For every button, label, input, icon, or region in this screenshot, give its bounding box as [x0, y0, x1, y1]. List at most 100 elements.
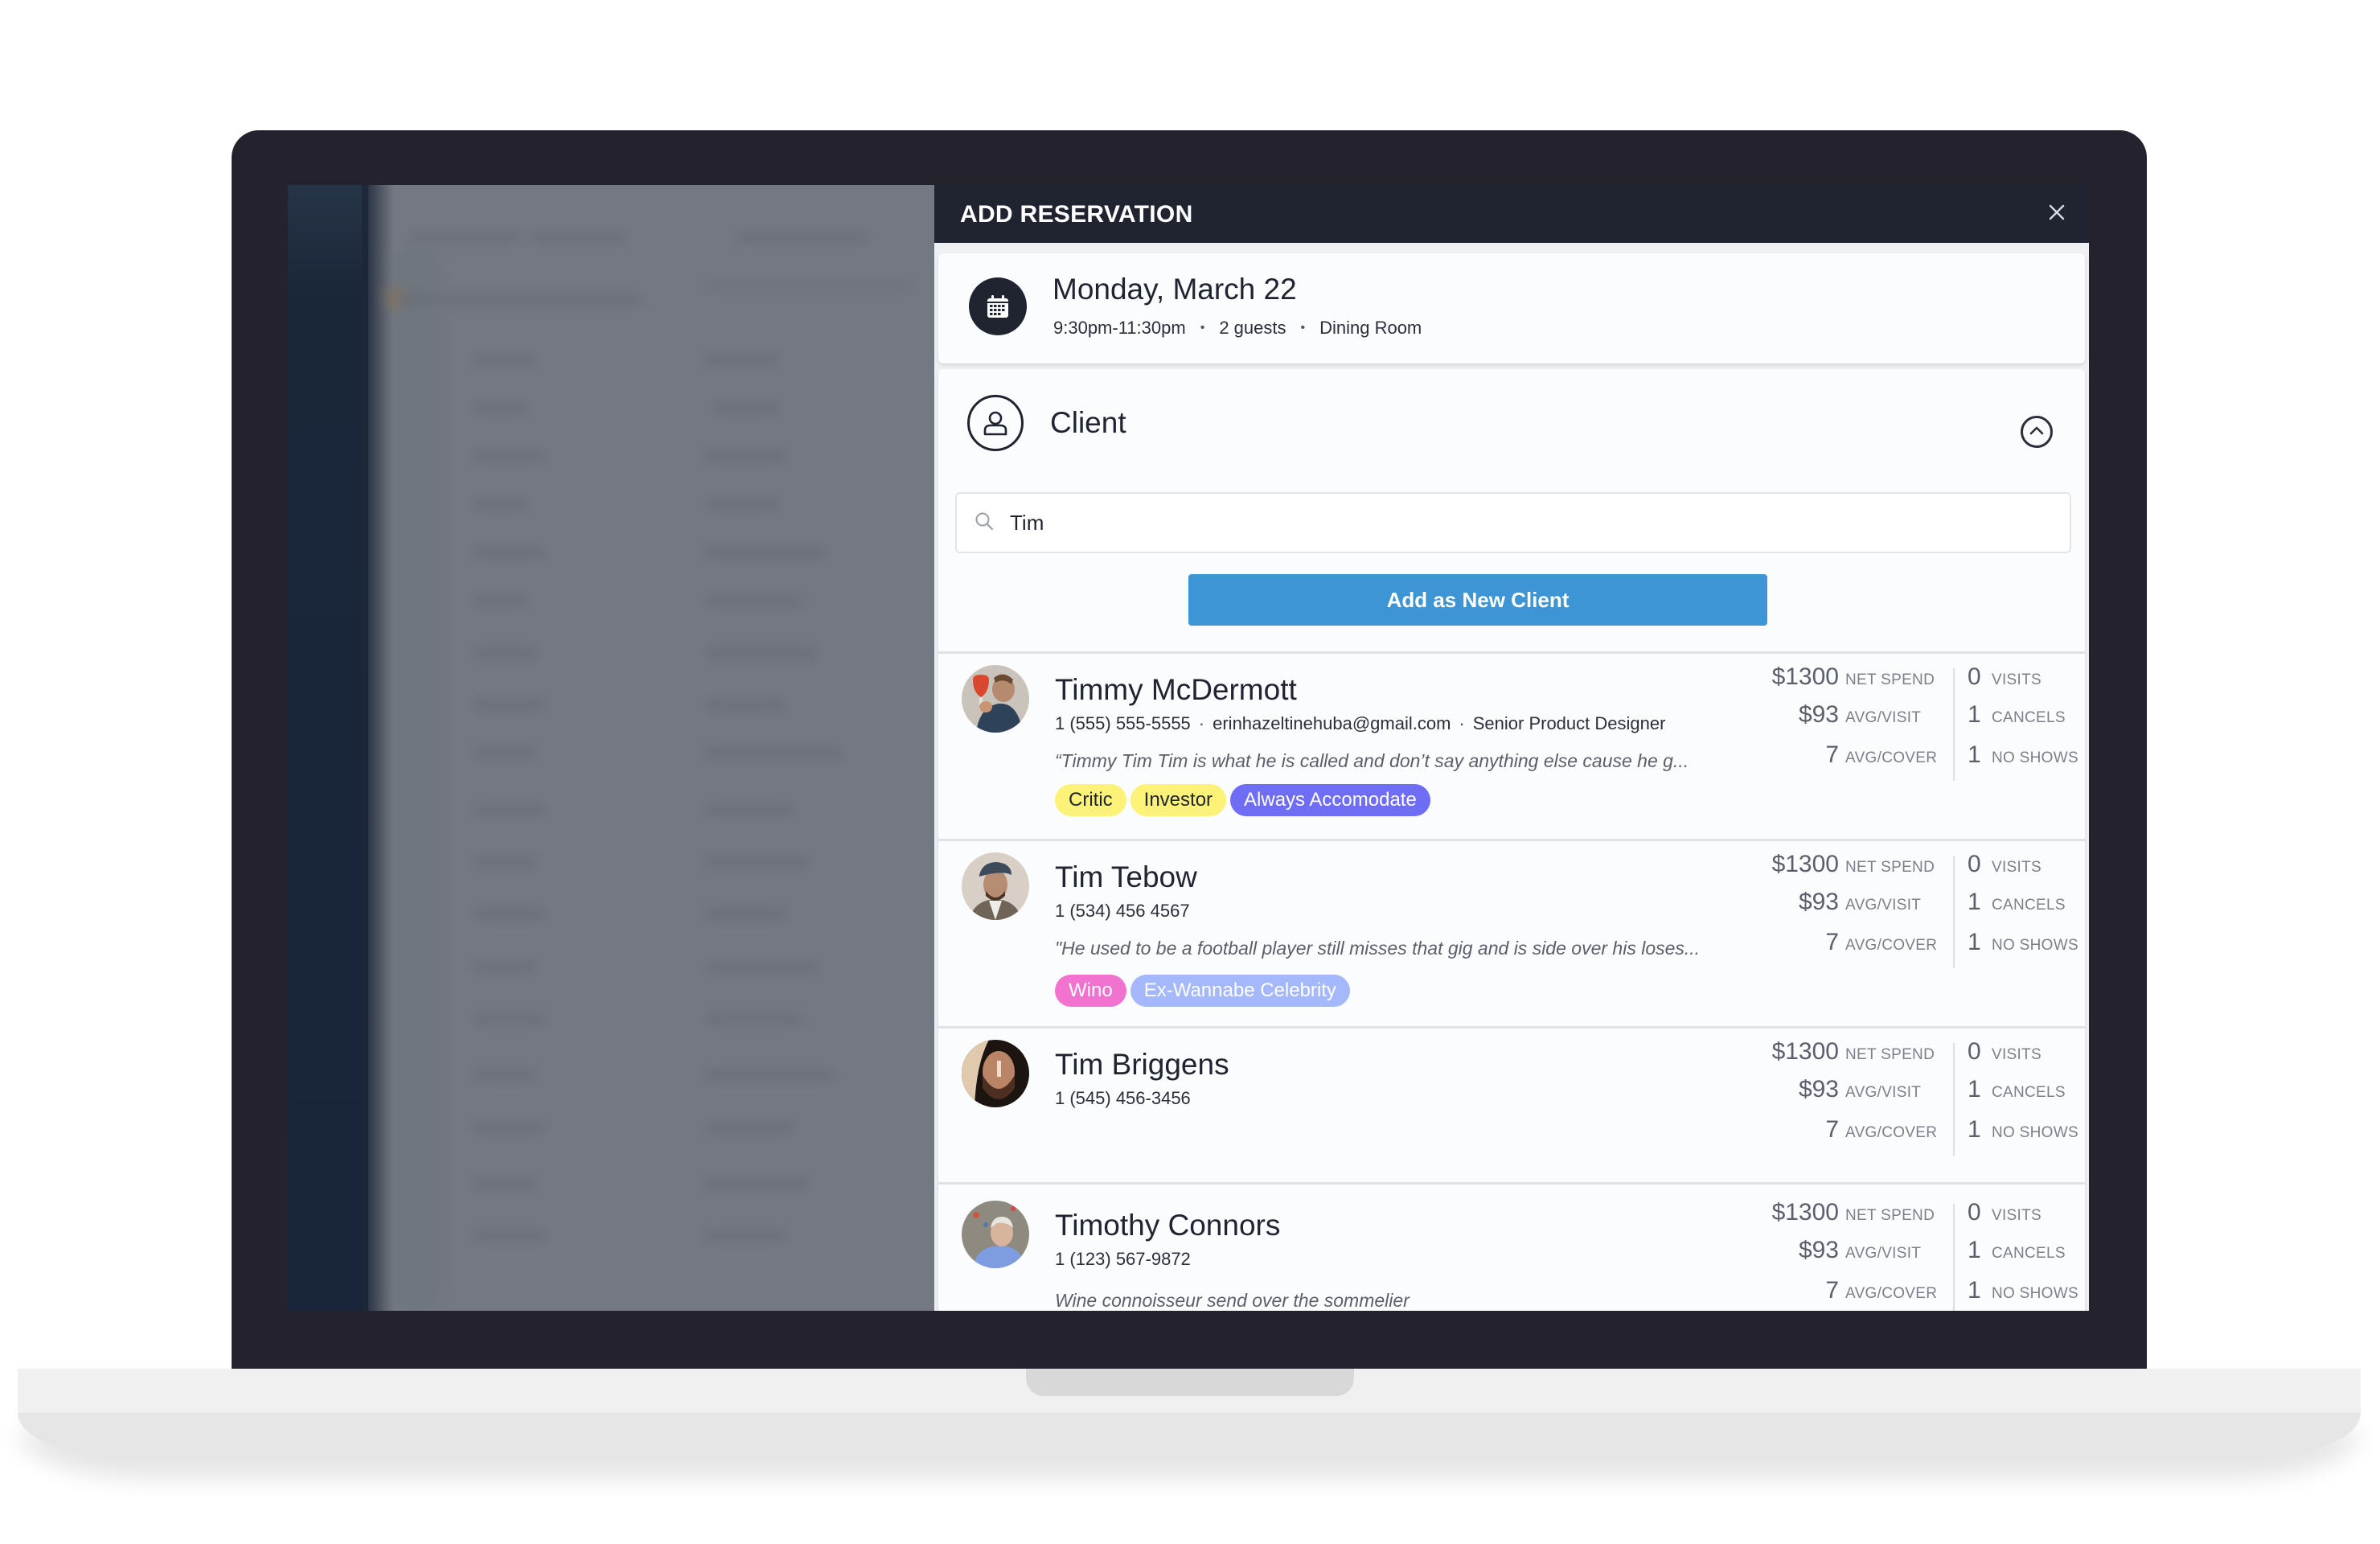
background-text: [408, 232, 521, 243]
background-text: [706, 354, 778, 365]
background-text: [706, 1013, 802, 1025]
background-column: [392, 249, 441, 1311]
client-phone: 1 (534) 456 4567: [1055, 901, 1190, 921]
stat-label: NO SHOWS: [1992, 1285, 2078, 1302]
background-text: [706, 547, 827, 558]
client-avatar: [962, 665, 1029, 733]
client-search-field[interactable]: [955, 492, 2071, 553]
stat-net-spend: $1300 NET SPEND: [1742, 1038, 1947, 1070]
stat-avg-cover: 7 AVG/COVER: [1742, 1277, 1947, 1309]
client-stats: $1300 NET SPEND $93 AVG/VISIT 7 AVG/COVER 0…: [1742, 849, 2080, 1010]
background-text: [473, 909, 545, 920]
client-name: Tim Tebow: [1055, 860, 1197, 893]
chevron-up-icon: [2029, 425, 2045, 440]
stat-value: $1300: [1771, 1038, 1839, 1065]
background-text: [706, 647, 819, 659]
background-text: [473, 961, 537, 972]
stat-value: 1: [1968, 1116, 1981, 1143]
stat-label: VISITS: [1992, 859, 2041, 876]
client-row[interactable]: Timothy Connors 1 (123) 567-9872 Wine co…: [938, 1182, 2085, 1311]
client-section-title: Client: [1050, 406, 1126, 439]
stat-value: 0: [1968, 1038, 1981, 1065]
separator: ·: [1198, 713, 1205, 733]
background-text: [473, 1013, 545, 1025]
background-text: [473, 647, 537, 659]
stat-label: NET SPEND: [1845, 859, 1935, 876]
stat-label: AVG/COVER: [1845, 1124, 1938, 1141]
stats-divider: [1953, 1043, 1955, 1156]
stat-visits: 0 VISITS: [1959, 851, 2080, 883]
stat-value: 1: [1968, 1076, 1981, 1103]
stat-value: 1: [1968, 741, 1981, 768]
stat-visits: 0 VISITS: [1959, 1199, 2080, 1231]
stat-value: 0: [1968, 1199, 1981, 1226]
background-text: [706, 281, 915, 293]
stat-value: $93: [1798, 1076, 1839, 1103]
stat-no-shows: 1 NO SHOWS: [1959, 929, 2080, 961]
stat-cancels: 1 CANCELS: [1959, 1076, 2080, 1108]
background-text: [529, 232, 626, 243]
client-row[interactable]: Tim Tebow 1 (534) 456 4567 "He used to b…: [938, 839, 2085, 1026]
close-button[interactable]: [2042, 199, 2071, 228]
client-name: Timmy McDermott: [1055, 673, 1297, 706]
client-phone: 1 (123) 567-9872: [1055, 1249, 1191, 1269]
stat-label: CANCELS: [1992, 897, 2066, 914]
client-contact-info: 1 (123) 567-9872: [1055, 1249, 1191, 1270]
stat-label: NET SPEND: [1845, 1207, 1935, 1224]
stat-label: NET SPEND: [1845, 1046, 1935, 1063]
client-row[interactable]: Timmy McDermott 1 (555) 555-5555 · erinh…: [938, 651, 2085, 839]
client-search-input[interactable]: [1010, 494, 2039, 552]
background-text: [706, 595, 802, 606]
stat-avg-visit: $93 AVG/VISIT: [1742, 1237, 1947, 1269]
stat-value: 1: [1968, 1277, 1981, 1304]
client-row[interactable]: Tim Briggens 1 (545) 456-3456 $1300 NET S…: [938, 1026, 2085, 1182]
stat-label: AVG/COVER: [1845, 1285, 1938, 1302]
stat-label: NO SHOWS: [1992, 937, 2078, 954]
stat-no-shows: 1 NO SHOWS: [1959, 741, 2080, 774]
calendar-icon: [969, 277, 1027, 335]
stat-value: 0: [1968, 851, 1981, 877]
reservation-guests: 2 guests: [1219, 318, 1286, 338]
client-stats: $1300 NET SPEND $93 AVG/VISIT 7 AVG/COVER 0…: [1742, 1197, 2080, 1311]
stat-value: 1: [1968, 1237, 1981, 1263]
reservation-summary-card: Monday, March 22 9:30pm-11:30pm • 2 gues…: [938, 253, 2085, 363]
stat-avg-visit: $93 AVG/VISIT: [1742, 1076, 1947, 1108]
collapse-client-section-button[interactable]: [2021, 416, 2053, 448]
reservation-details: 9:30pm-11:30pm • 2 guests • Dining Room: [1053, 318, 1422, 339]
client-email: erinhazeltinehuba@gmail.com: [1213, 713, 1451, 733]
stat-label: AVG/COVER: [1845, 749, 1938, 766]
tag-investor: Investor: [1130, 784, 1227, 816]
background-text: [473, 1230, 545, 1242]
background-text: [473, 450, 545, 462]
stat-value: 1: [1968, 929, 1981, 955]
stat-label: VISITS: [1992, 671, 2041, 688]
background-text: [706, 499, 778, 510]
stat-value: 7: [1825, 1116, 1839, 1143]
client-section: Client Add as New Client: [938, 369, 2085, 1311]
background-text: [706, 450, 786, 462]
panel-header: ADD RESERVATION: [934, 185, 2089, 243]
stats-divider: [1953, 668, 1955, 781]
reservation-room: Dining Room: [1319, 318, 1422, 338]
stat-cancels: 1 CANCELS: [1959, 701, 2080, 733]
client-avatar: [962, 852, 1029, 920]
background-text: [473, 1178, 537, 1189]
client-contact-info: 1 (534) 456 4567: [1055, 901, 1190, 922]
stat-label: AVG/VISIT: [1845, 1084, 1922, 1101]
client-name: Timothy Connors: [1055, 1209, 1281, 1242]
search-icon: [975, 511, 995, 536]
client-note: "He used to be a football player still m…: [1055, 938, 1701, 959]
stat-cancels: 1 CANCELS: [1959, 889, 2080, 921]
laptop-screen: ADD RESERVATION Monday, March 22 9:30pm-…: [288, 185, 2089, 1311]
background-text: [706, 1178, 810, 1189]
stat-value: 7: [1825, 929, 1839, 955]
stat-label: AVG/VISIT: [1845, 709, 1922, 726]
background-text: [473, 354, 537, 365]
client-job-title: Senior Product Designer: [1472, 713, 1666, 733]
stat-label: NO SHOWS: [1992, 749, 2078, 766]
add-as-new-client-button[interactable]: Add as New Client: [1188, 574, 1767, 626]
stat-value: 7: [1825, 1277, 1839, 1304]
background-text: [706, 1230, 786, 1242]
background-text: [738, 232, 867, 243]
background-text: [706, 909, 786, 920]
